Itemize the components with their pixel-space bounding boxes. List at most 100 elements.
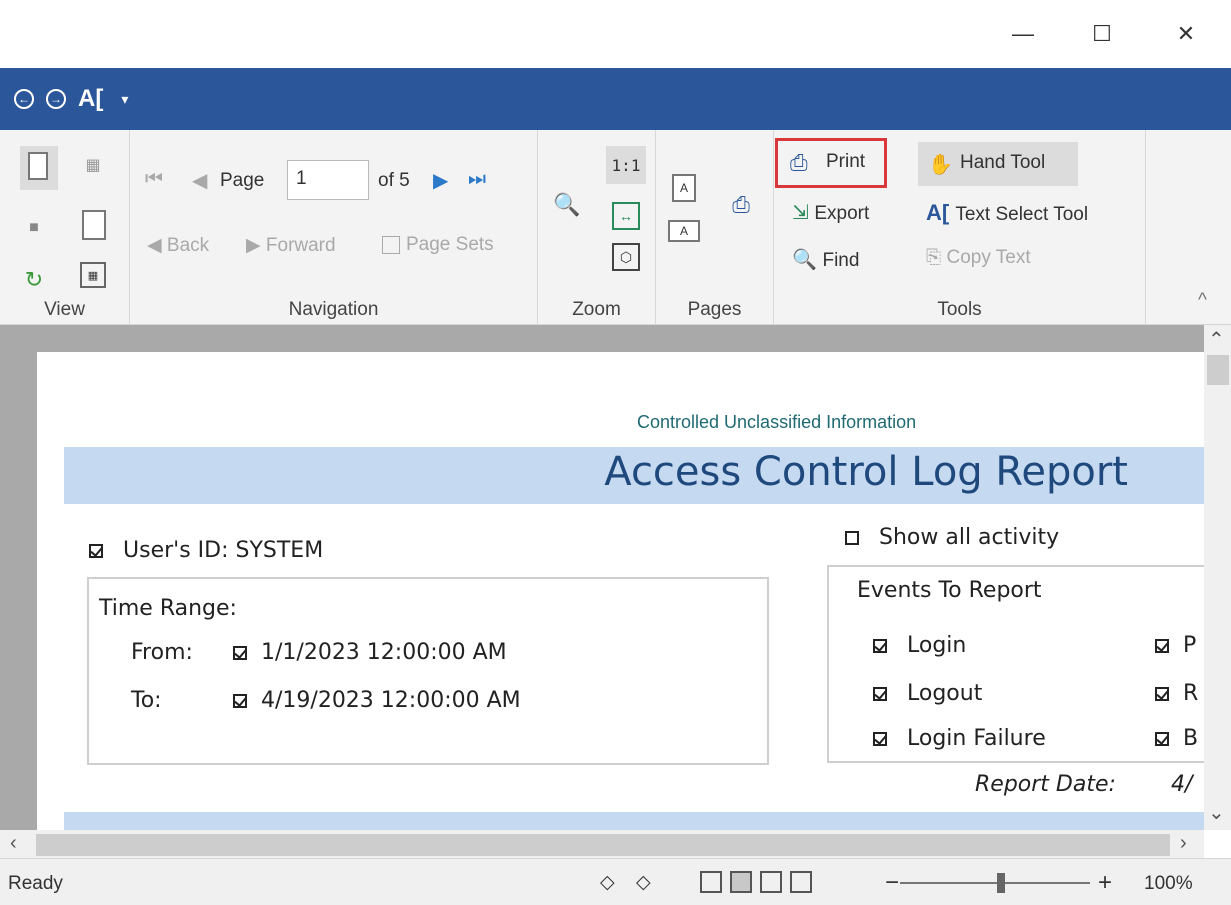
scroll-right-icon[interactable]: ›: [1180, 832, 1187, 855]
to-label: To:: [131, 688, 162, 713]
quick-access-toolbar: ← → A[ ▾: [0, 68, 1231, 130]
fit-width-icon[interactable]: ↔: [612, 202, 640, 230]
minimize-button[interactable]: —: [1003, 14, 1043, 54]
page-print-icon[interactable]: ⎙: [726, 190, 756, 220]
checked-box-icon: [233, 694, 247, 708]
event-item: B: [1155, 726, 1198, 751]
event-label: Login Failure: [907, 726, 1046, 751]
next-page-icon[interactable]: ▶: [433, 168, 448, 193]
group-label-navigation: Navigation: [288, 299, 379, 320]
text-select-tool-button[interactable]: A[ Text Select Tool: [926, 200, 1088, 226]
continuous-mode-icon[interactable]: [730, 871, 752, 893]
export-label: Export: [814, 203, 870, 224]
close-button[interactable]: ✕: [1166, 14, 1206, 54]
text-select-tool-label: Text Select Tool: [955, 204, 1089, 225]
facing-mode-icon[interactable]: [760, 871, 782, 893]
hand-tool-label: Hand Tool: [960, 152, 1046, 173]
previous-diamond-icon[interactable]: ◇: [600, 871, 615, 894]
show-all-activity-row: Show all activity: [845, 525, 1059, 550]
to-value-row: 4/19/2023 12:00:00 AM: [233, 688, 521, 713]
collapse-ribbon-icon[interactable]: ^: [1198, 290, 1207, 312]
checked-box-icon: [1155, 639, 1169, 653]
copy-text-button[interactable]: ⎘ Copy Text: [926, 247, 1031, 269]
actual-size-button[interactable]: 1:1: [606, 146, 646, 184]
export-button[interactable]: ⇲ Export: [792, 200, 869, 225]
user-id-row: User's ID: SYSTEM: [89, 538, 323, 563]
checked-box-icon: [1155, 687, 1169, 701]
ribbon-group-view: ■ ↻ ▦ ▦ View: [0, 130, 130, 325]
title-band: Access Control Log Report: [64, 447, 1204, 504]
page-sets-checkbox[interactable]: Page Sets: [382, 234, 494, 256]
hand-tool-button[interactable]: ✋ Hand Tool: [918, 142, 1078, 186]
event-label: B: [1183, 726, 1199, 751]
zoom-slider-thumb[interactable]: [997, 873, 1005, 893]
ribbon-group-pages: A A ⎙ Pages: [656, 130, 774, 325]
checked-box-icon: [89, 544, 103, 558]
print-button[interactable]: ⎙ Print: [775, 138, 887, 188]
last-page-icon[interactable]: ⏭: [468, 168, 486, 191]
group-label-tools: Tools: [937, 299, 982, 320]
checked-box-icon: [873, 732, 887, 746]
export-icon: ⇲: [792, 202, 815, 224]
single-page-mode-icon[interactable]: [700, 871, 722, 893]
vertical-scrollbar[interactable]: [1204, 325, 1231, 830]
group-label-pages: Pages: [687, 299, 742, 320]
printer-icon: ⎙: [790, 150, 808, 175]
multi-page-mode-icon[interactable]: [790, 871, 812, 893]
event-item: Logout: [873, 681, 982, 706]
forward-nav-button[interactable]: ▶ Forward: [246, 234, 336, 257]
zoom-out-icon[interactable]: −: [885, 869, 899, 897]
event-item: R: [1155, 681, 1198, 706]
page-icon: [28, 152, 48, 180]
time-range-heading: Time Range:: [99, 596, 237, 621]
scroll-down-icon[interactable]: ⌄: [1208, 800, 1225, 825]
from-value-row: 1/1/2023 12:00:00 AM: [233, 640, 507, 665]
previous-page-icon[interactable]: ◀: [192, 168, 207, 193]
group-label-zoom: Zoom: [572, 299, 621, 320]
back-nav-label: Back: [166, 235, 210, 256]
next-diamond-icon[interactable]: ◇: [636, 871, 651, 894]
page-count-label: of 5: [378, 170, 410, 191]
vertical-scroll-thumb[interactable]: [1207, 355, 1229, 385]
stop-icon[interactable]: ■: [24, 218, 44, 238]
page-setup-icon[interactable]: A: [672, 174, 696, 202]
zoom-in-icon[interactable]: +: [1098, 869, 1112, 897]
report-page: Controlled Unclassified Information Acce…: [37, 352, 1204, 830]
back-arrow-icon[interactable]: ←: [14, 89, 34, 109]
zoom-magnifier-icon[interactable]: 🔍: [552, 190, 582, 220]
checked-box-icon: [873, 639, 887, 653]
status-bar: Ready ◇ ◇ − + 100%: [0, 858, 1231, 905]
back-nav-button[interactable]: ◀ Back: [147, 234, 209, 257]
report-date-value: 4/: [1171, 772, 1193, 797]
text-select-icon[interactable]: A[: [78, 85, 103, 113]
first-page-icon[interactable]: ⏮: [145, 168, 163, 191]
scroll-left-icon[interactable]: ‹: [10, 832, 17, 855]
document-viewer[interactable]: Controlled Unclassified Information Acce…: [0, 325, 1204, 830]
customize-dropdown-icon[interactable]: ▾: [121, 91, 128, 108]
horizontal-scroll-thumb[interactable]: [36, 834, 1170, 856]
print-label: Print: [826, 151, 866, 172]
checkbox-icon: [382, 235, 400, 254]
forward-arrow-icon[interactable]: →: [46, 89, 66, 109]
single-page-view-button[interactable]: [20, 146, 58, 190]
zoom-slider-track[interactable]: [900, 882, 1090, 884]
back-nav-icon: ◀: [147, 235, 167, 256]
fit-page-icon[interactable]: ⬡: [612, 243, 640, 271]
checked-box-icon: [1155, 732, 1169, 746]
page-sets-label: Page Sets: [406, 234, 494, 255]
landscape-page-icon[interactable]: A: [668, 220, 700, 242]
copy-text-label: Copy Text: [946, 247, 1031, 268]
thumbnails-icon[interactable]: ▦: [82, 154, 104, 176]
event-item: P: [1155, 633, 1196, 658]
refresh-icon[interactable]: ↻: [22, 267, 46, 292]
find-button[interactable]: 🔍 Find: [792, 247, 859, 272]
group-label-view: View: [44, 299, 85, 320]
multi-page-icon[interactable]: ▦: [80, 262, 106, 288]
scroll-up-icon[interactable]: ⌃: [1208, 327, 1225, 352]
page-number-input[interactable]: 1: [287, 160, 369, 200]
maximize-button[interactable]: ☐: [1082, 14, 1122, 54]
window-titlebar: — ☐ ✕: [0, 0, 1231, 68]
status-text: Ready: [8, 873, 63, 894]
events-heading: Events To Report: [857, 578, 1042, 603]
continuous-view-icon[interactable]: [82, 210, 106, 240]
